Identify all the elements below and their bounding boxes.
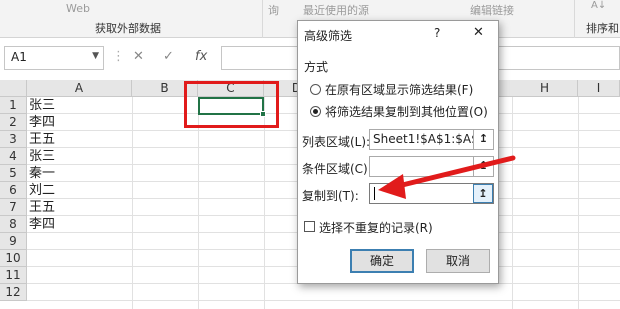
copy-to-label: 复制到(T): [302,189,359,203]
radio-filter-in-place[interactable] [310,84,321,95]
list-range-input[interactable]: Sheet1!$A$1:$A$8 ↥ [369,129,494,150]
cell-a[interactable]: 秦一 [29,165,55,182]
cell-a[interactable]: 张三 [29,148,55,165]
unique-records-label[interactable]: 选择不重复的记录(R) [319,219,433,236]
copy-to-input[interactable]: ↥ [369,183,494,204]
help-icon[interactable]: ? [434,26,440,40]
sort-az-icon[interactable]: A↓ [591,0,606,11]
text-caret [374,187,375,200]
list-range-label: 列表区域(L): [302,135,371,149]
cell-a[interactable]: 王五 [29,199,55,216]
radio-filter-in-place-label[interactable]: 在原有区域显示筛选结果(F) [325,81,473,98]
collapse-dialog-icon[interactable]: ↥ [473,157,493,176]
row-header[interactable]: 7 [0,199,27,216]
advanced-filter-dialog: 高级筛选 ? ✕ 方式 在原有区域显示筛选结果(F) 将筛选结果复制到其他位置(… [297,20,499,284]
row-header[interactable]: 11 [0,267,27,284]
row-header[interactable]: 9 [0,233,27,250]
collapse-dialog-icon[interactable]: ↥ [473,184,493,203]
row-header[interactable]: 8 [0,216,27,233]
cell-a[interactable]: 李四 [29,216,55,233]
get-external-data-label: 获取外部数据 [95,22,161,35]
dialog-title: 高级筛选 [304,29,353,43]
radio-copy-to-location[interactable] [310,106,321,117]
close-icon[interactable]: ✕ [473,25,484,40]
collapse-dialog-icon[interactable]: ↥ [473,130,493,149]
criteria-range-label: 条件区域(C): [302,162,372,176]
method-section-label: 方式 [304,60,329,74]
table-row[interactable] [27,284,620,301]
column-header-H[interactable]: H [512,80,578,97]
enter-icon[interactable]: ✓ [163,49,174,64]
name-box[interactable]: A1 ▼ [4,46,104,70]
highlight-box [184,81,279,128]
query-label[interactable]: 询 [268,2,279,18]
row-header[interactable]: 4 [0,148,27,165]
cell-a[interactable]: 李四 [29,114,55,131]
column-header-I[interactable]: I [578,80,620,97]
row-header[interactable]: 3 [0,131,27,148]
sort-filter-label: 排序和 [586,22,619,35]
web-label[interactable]: Web [66,2,90,15]
criteria-range-input[interactable]: ↥ [369,156,494,177]
name-box-value: A1 [11,50,27,64]
row-header[interactable]: 1 [0,97,27,114]
edit-links-button[interactable]: 编辑链接 [470,2,514,18]
dots-icon: ⋮ [112,49,125,64]
ok-button[interactable]: 确定 [350,249,414,273]
row-header[interactable]: 5 [0,165,27,182]
ribbon-divider [574,0,575,38]
unique-records-checkbox[interactable] [304,221,315,232]
column-header-A[interactable]: A [27,80,132,97]
radio-copy-to-location-label[interactable]: 将筛选结果复制到其他位置(O) [325,103,488,120]
cell-a[interactable]: 刘二 [29,182,55,199]
cell-a[interactable]: 张三 [29,97,55,114]
cell-a[interactable]: 王五 [29,131,55,148]
row-header[interactable]: 10 [0,250,27,267]
chevron-down-icon[interactable]: ▼ [92,51,99,61]
select-all-corner[interactable] [0,80,27,97]
cancel-button[interactable]: 取消 [426,249,490,273]
insert-function-icon[interactable]: fx [195,49,207,64]
cancel-icon[interactable]: ✕ [133,49,144,64]
ribbon-divider [262,0,263,38]
row-header[interactable]: 6 [0,182,27,199]
row-header[interactable]: 2 [0,114,27,131]
recent-sources-button[interactable]: 最近使用的源 [303,2,369,18]
row-header[interactable]: 12 [0,284,27,301]
